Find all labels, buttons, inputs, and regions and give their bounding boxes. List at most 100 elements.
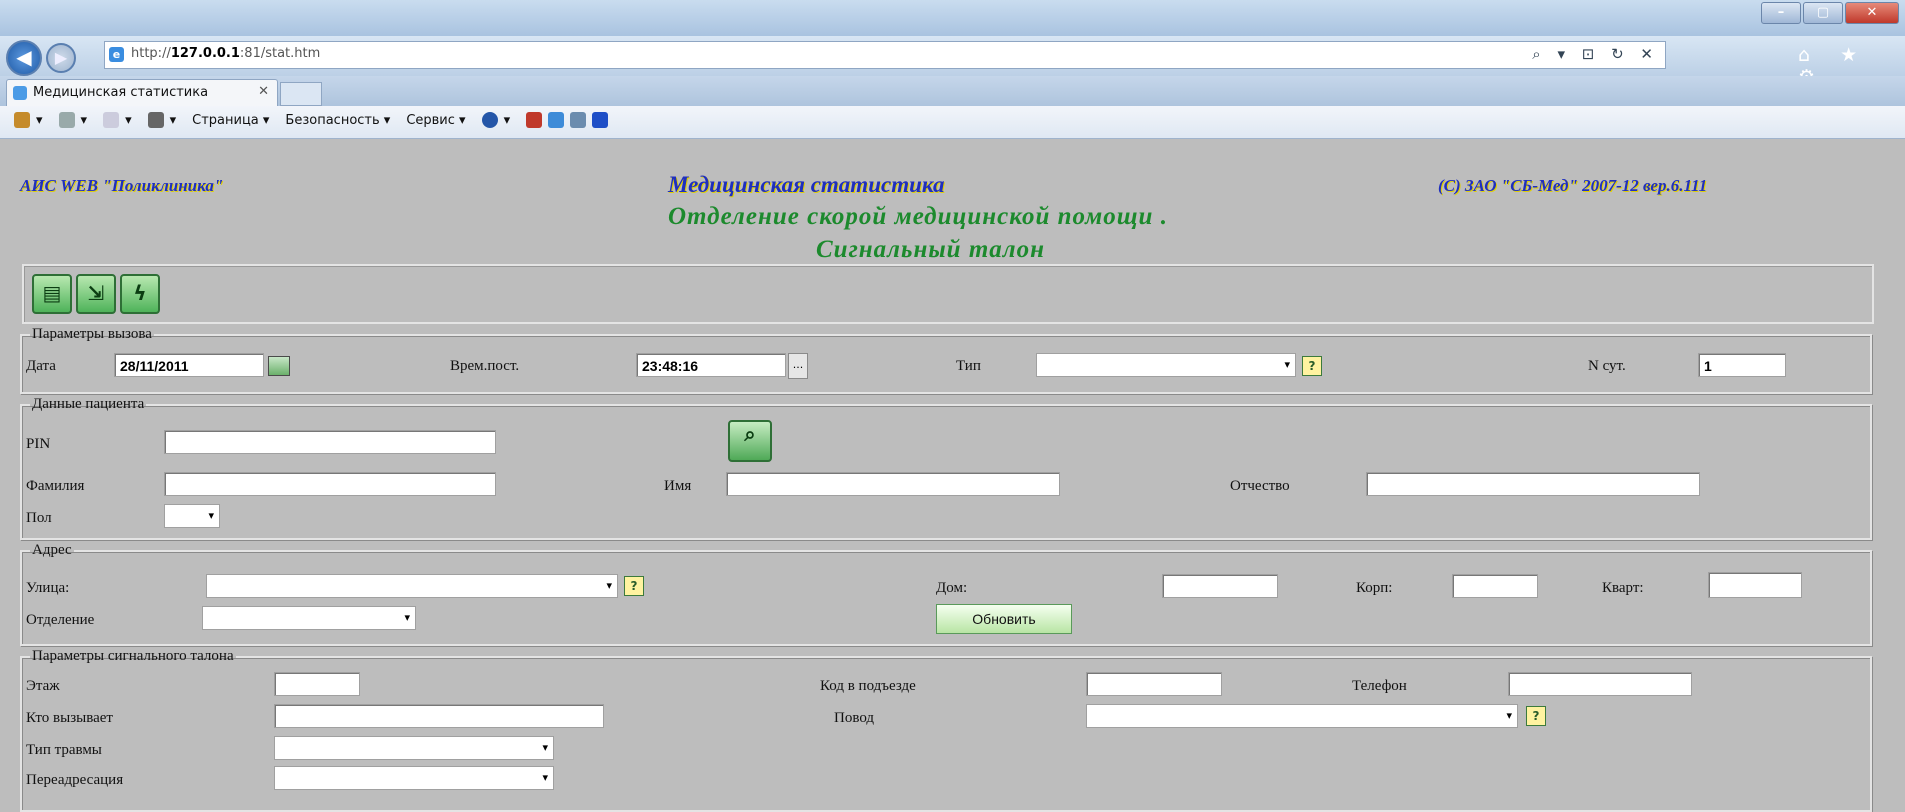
address-bar[interactable]: e http://127.0.0.1:81/stat.htm ⌕ ▾ ⊡ ↻ ✕: [104, 41, 1666, 69]
security-menu[interactable]: Безопасность ▾: [285, 113, 390, 128]
floor-label: Этаж: [26, 678, 60, 694]
apartment-label: Кварт:: [1602, 580, 1644, 596]
home-icon: [14, 112, 30, 128]
date-label: Дата: [26, 358, 56, 374]
toolbar-panel: [22, 264, 1874, 324]
sex-select[interactable]: ▾: [164, 504, 220, 528]
close-window-button[interactable]: ✕: [1845, 2, 1899, 24]
surname-input[interactable]: [164, 472, 496, 496]
blue-addon-icon[interactable]: [548, 112, 565, 128]
department-title: Отделение скорой медицинской помощи .: [668, 203, 1168, 230]
reason-help-icon[interactable]: ?: [1526, 706, 1546, 726]
printer-icon: [147, 112, 164, 128]
patient-search-button[interactable]: ⌕: [728, 420, 772, 462]
department-select[interactable]: ▾: [202, 606, 416, 630]
calendar-icon[interactable]: [268, 356, 290, 376]
mail-cmd[interactable]: ▾: [103, 112, 132, 128]
time-input[interactable]: 23:48:16: [636, 353, 786, 377]
feeds-cmd[interactable]: ▾: [58, 112, 87, 128]
lightning-icon: ϟ: [133, 281, 147, 305]
execute-button[interactable]: ϟ: [120, 274, 160, 314]
building-label: Корп:: [1356, 580, 1393, 596]
address-tools[interactable]: ⌕ ▾ ⊡ ↻ ✕: [1532, 45, 1659, 63]
type-label: Тип: [956, 358, 981, 374]
caller-input[interactable]: [274, 704, 604, 728]
day-number-label: N сут.: [1588, 358, 1626, 374]
update-button[interactable]: Обновить: [936, 604, 1072, 634]
sex-label: Пол: [26, 510, 52, 526]
day-number-input[interactable]: 1: [1698, 353, 1786, 377]
url-path: :81/stat.htm: [239, 46, 321, 61]
form-title: Сигнальный талон: [816, 236, 1045, 263]
name-label: Имя: [664, 478, 692, 494]
name-input[interactable]: [726, 472, 1060, 496]
ticket-legend: Параметры сигнального талона: [32, 648, 234, 664]
floor-input[interactable]: [274, 672, 360, 696]
back-button[interactable]: ◀: [6, 40, 42, 76]
pin-input[interactable]: [164, 430, 496, 454]
new-tab-button[interactable]: [280, 82, 322, 106]
bluetooth-icon[interactable]: [592, 112, 609, 128]
tab-close-icon[interactable]: ✕: [258, 84, 269, 99]
print-cmd[interactable]: ▾: [147, 112, 176, 128]
house-label: Дом:: [936, 580, 968, 596]
injury-type-label: Тип травмы: [26, 742, 102, 758]
chevron-down-icon: ▾: [1506, 709, 1512, 722]
url-host: 127.0.0.1: [170, 46, 240, 61]
exit-button[interactable]: ⇲: [76, 274, 116, 314]
door-code-input[interactable]: [1086, 672, 1222, 696]
page-icon: e: [109, 47, 124, 62]
app-title: Медицинская статистика: [668, 172, 945, 197]
surname-label: Фамилия: [26, 478, 85, 494]
street-label: Улица:: [26, 580, 70, 596]
house-input[interactable]: [1162, 574, 1278, 598]
help-cmd[interactable]: ▾: [481, 112, 510, 128]
feeds-icon: [58, 112, 75, 128]
command-items: ▾ ▾ ▾ ▾ Страница ▾ Безопасность ▾ Сервис…: [14, 112, 614, 128]
redirect-label: Переадресация: [26, 772, 124, 788]
chevron-down-icon: ▾: [1284, 358, 1290, 371]
help-icon: [481, 112, 498, 128]
department-label: Отделение: [26, 612, 95, 628]
chevron-down-icon: ▾: [606, 579, 612, 592]
forward-button[interactable]: ▶: [46, 43, 76, 73]
phone-input[interactable]: [1508, 672, 1692, 696]
red-addon-icon[interactable]: [526, 112, 543, 128]
chevron-down-icon: ▾: [208, 509, 214, 522]
street-select[interactable]: ▾: [206, 574, 618, 598]
window-titlebar: [0, 0, 1905, 36]
reason-select[interactable]: ▾: [1086, 704, 1518, 728]
time-label: Врем.пост.: [450, 358, 520, 374]
date-input[interactable]: 28/11/2011: [114, 353, 264, 377]
print-icon: ▤: [42, 281, 62, 305]
tab-label: Медицинская статистика: [33, 85, 209, 100]
pin-label: PIN: [26, 436, 51, 452]
chevron-down-icon: ▾: [542, 771, 548, 784]
type-help-icon[interactable]: ?: [1302, 356, 1322, 376]
caller-label: Кто вызывает: [26, 710, 113, 726]
tab-page-icon: [13, 86, 27, 100]
url-prefix: http://: [131, 46, 171, 61]
apartment-input[interactable]: [1708, 572, 1802, 598]
mail-icon: [103, 112, 120, 128]
time-picker-button[interactable]: ...: [788, 353, 808, 379]
redirect-select[interactable]: ▾: [274, 766, 554, 790]
minimize-button[interactable]: –: [1761, 2, 1801, 24]
type-select[interactable]: ▾: [1036, 353, 1296, 377]
street-help-icon[interactable]: ?: [624, 576, 644, 596]
maximize-button[interactable]: ▢: [1803, 2, 1843, 24]
patronymic-label: Отчество: [1230, 478, 1290, 494]
patronymic-input[interactable]: [1366, 472, 1700, 496]
page-menu[interactable]: Страница ▾: [192, 113, 269, 128]
research-icon[interactable]: [570, 112, 587, 128]
injury-type-select[interactable]: ▾: [274, 736, 554, 760]
home-cmd[interactable]: ▾: [14, 112, 43, 128]
building-input[interactable]: [1452, 574, 1538, 598]
tools-menu[interactable]: Сервис ▾: [406, 113, 465, 128]
chevron-down-icon: ▾: [404, 611, 410, 624]
door-code-label: Код в подъезде: [820, 678, 916, 694]
exit-icon: ⇲: [87, 281, 105, 305]
tab-medical-statistics[interactable]: Медицинская статистика ✕: [6, 79, 278, 107]
patient-fieldset: Данные пациента: [20, 396, 1872, 540]
print-button[interactable]: ▤: [32, 274, 72, 314]
